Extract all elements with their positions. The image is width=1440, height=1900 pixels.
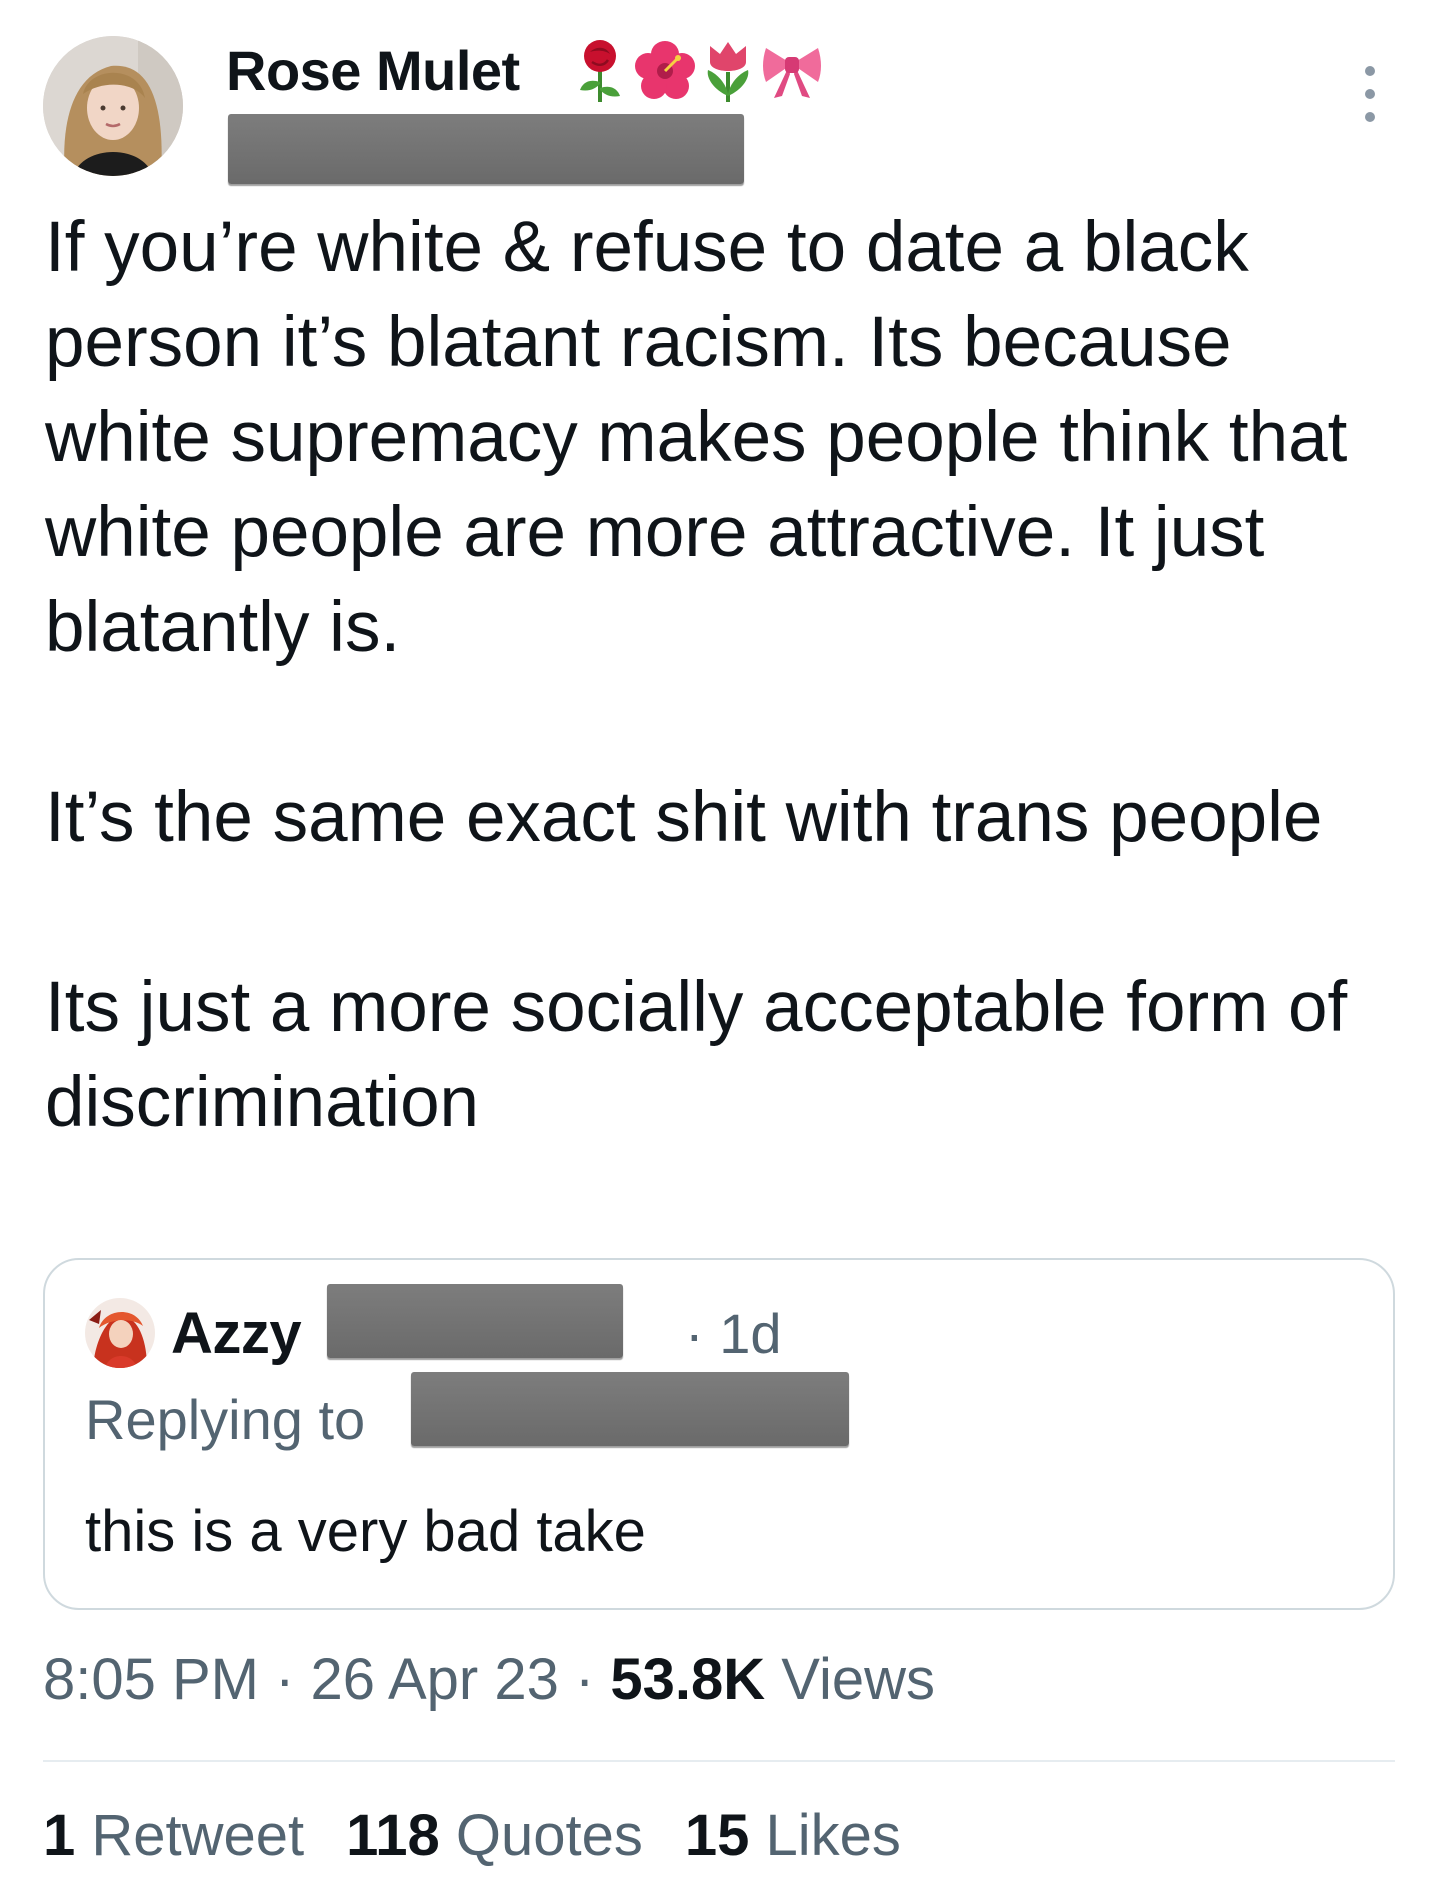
tweet-paragraph: If you’re white & refuse to date a black… xyxy=(45,208,1348,667)
hibiscus-icon xyxy=(634,40,696,102)
quotes-count: 118 xyxy=(346,1803,440,1868)
tweet-date[interactable]: 26 Apr 23 xyxy=(311,1647,559,1712)
author-emoji-row xyxy=(570,36,824,106)
likes-stat[interactable]: 15 Likes xyxy=(685,1800,901,1872)
quotes-stat[interactable]: 118 Quotes xyxy=(346,1800,643,1872)
ribbon-icon xyxy=(760,40,824,102)
redacted-handle xyxy=(228,114,744,184)
tweet-time[interactable]: 8:05 PM xyxy=(43,1647,259,1712)
author-avatar[interactable] xyxy=(43,36,183,176)
tweet-paragraph: It’s the same exact shit with trans peop… xyxy=(45,778,1323,857)
quoted-timestamp[interactable]: · 1d xyxy=(685,1300,782,1368)
likes-label: Likes xyxy=(749,1803,901,1868)
more-options-icon[interactable] xyxy=(1350,66,1390,122)
redacted-reply-handle xyxy=(411,1372,849,1446)
likes-count: 15 xyxy=(684,1803,750,1868)
quoted-author-name[interactable]: Azzy xyxy=(171,1300,302,1368)
quotes-label: Quotes xyxy=(439,1803,643,1868)
retweets-label: Retweet xyxy=(75,1803,305,1868)
dot xyxy=(1365,66,1375,76)
redacted-quoted-handle xyxy=(327,1284,623,1358)
quoted-tweet-card[interactable]: Azzy · 1d Replying to this is a very bad… xyxy=(43,1258,1395,1610)
engagement-stats: 1 Retweet 118 Quotes 15 Likes xyxy=(43,1800,901,1872)
dot xyxy=(1365,89,1375,99)
tweet-text: If you’re white & refuse to date a black… xyxy=(45,200,1405,1150)
rose-icon xyxy=(570,38,630,104)
dot xyxy=(1365,112,1375,122)
meta-separator: · xyxy=(259,1647,311,1712)
replying-to-label: Replying to xyxy=(85,1388,366,1451)
views-label: Views xyxy=(765,1647,935,1712)
quoted-author-avatar[interactable] xyxy=(85,1298,155,1368)
avatar-image xyxy=(43,36,183,176)
quoted-avatar-image xyxy=(85,1298,155,1368)
author-name[interactable]: Rose Mulet xyxy=(226,38,520,104)
retweets-stat[interactable]: 1 Retweet xyxy=(43,1800,304,1872)
tweet: Rose Mulet If you’re white & refuse to d… xyxy=(0,0,1440,1900)
divider xyxy=(43,1760,1395,1762)
tweet-meta: 8:05 PM · 26 Apr 23 · 53.8K Views xyxy=(43,1644,935,1716)
tulip-icon xyxy=(700,38,756,104)
quoted-tweet-text: this is a very bad take xyxy=(85,1499,646,1564)
views-count: 53.8K xyxy=(610,1647,766,1712)
tweet-paragraph: Its just a more socially acceptable form… xyxy=(45,968,1348,1142)
retweets-count: 1 xyxy=(43,1803,76,1868)
meta-separator: · xyxy=(558,1647,611,1712)
